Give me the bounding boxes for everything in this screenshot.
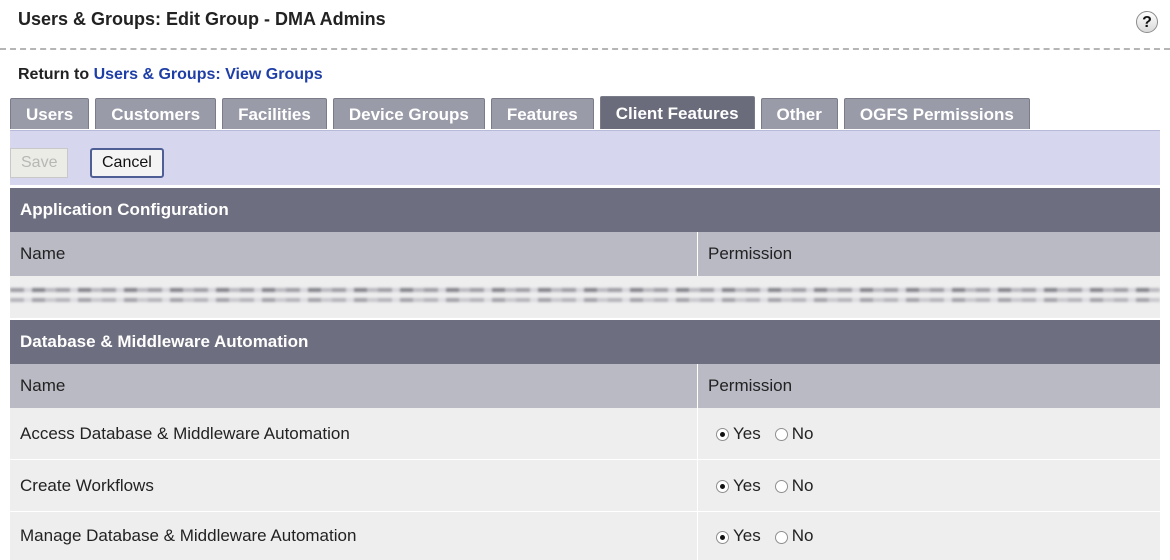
permission-name: Create Workflows (10, 460, 698, 511)
redacted-line (10, 298, 1160, 302)
no-option[interactable]: No (774, 423, 814, 444)
section-header-database-middleware-automation: Database & Middleware Automation (10, 320, 1160, 364)
yes-radio[interactable] (716, 428, 729, 441)
section-header-application-configuration: Application Configuration (10, 188, 1160, 232)
yes-option[interactable]: Yes (716, 476, 761, 496)
toolbar: Save Cancel (10, 130, 1160, 185)
no-radio[interactable] (774, 428, 788, 441)
cancel-button[interactable]: Cancel (90, 148, 164, 178)
column-header-permission: Permission (708, 376, 793, 395)
yes-radio[interactable] (716, 530, 729, 544)
column-header-name: Name (10, 232, 698, 276)
no-option[interactable]: No (774, 526, 814, 546)
help-icon[interactable]: ? (1136, 11, 1158, 33)
yes-option[interactable]: Yes (716, 526, 761, 546)
tab-client-features[interactable]: Client Features (599, 96, 755, 129)
tab-ogfs-permissions[interactable]: OGFS Permissions (843, 98, 1030, 129)
column-header-row: Name Permission (10, 364, 1160, 408)
redacted-line (10, 288, 1160, 292)
tab-users[interactable]: Users (10, 98, 90, 129)
no-label: No (791, 423, 814, 443)
tab-other[interactable]: Other (760, 98, 838, 129)
tab-customers[interactable]: Customers (95, 98, 217, 129)
save-button[interactable]: Save (10, 148, 69, 178)
view-groups-link[interactable]: Users & Groups: View Groups (94, 66, 323, 83)
tab-facilities[interactable]: Facilities (222, 98, 327, 129)
yes-label: Yes (733, 475, 761, 495)
table-row: Manage Database & Middleware Automation … (10, 512, 1160, 560)
page-title: Users & Groups: Edit Group - DMA Admins (18, 9, 386, 29)
table-row: Access Database & Middleware Automation … (10, 408, 1160, 460)
column-header-permission: Permission (708, 244, 793, 263)
permission-name: Access Database & Middleware Automation (10, 408, 698, 459)
no-label: No (791, 475, 814, 495)
permission-options: Yes No (698, 408, 1160, 459)
table-row: Create Workflows Yes No (10, 460, 1160, 512)
no-label: No (791, 526, 814, 545)
column-header-row: Name Permission (10, 232, 1160, 276)
yes-label: Yes (733, 526, 761, 545)
yes-radio[interactable] (716, 480, 729, 493)
tab-features[interactable]: Features (490, 98, 594, 129)
no-option[interactable]: No (774, 475, 814, 496)
page-header: Users & Groups: Edit Group - DMA Admins … (0, 0, 1170, 50)
permission-options: Yes No (698, 460, 1160, 511)
permission-options: Yes No (698, 512, 1160, 560)
no-radio[interactable] (774, 530, 788, 544)
no-radio[interactable] (774, 480, 788, 493)
redacted-row (10, 276, 1160, 318)
tab-bar: Users Customers Facilities Device Groups… (10, 96, 1036, 129)
tab-device-groups[interactable]: Device Groups (332, 98, 485, 129)
return-prefix: Return to (18, 66, 90, 83)
column-header-name: Name (10, 364, 698, 408)
yes-option[interactable]: Yes (716, 424, 761, 444)
return-nav: Return to Users & Groups: View Groups (18, 66, 323, 84)
permission-name: Manage Database & Middleware Automation (10, 512, 698, 560)
yes-label: Yes (733, 423, 761, 443)
